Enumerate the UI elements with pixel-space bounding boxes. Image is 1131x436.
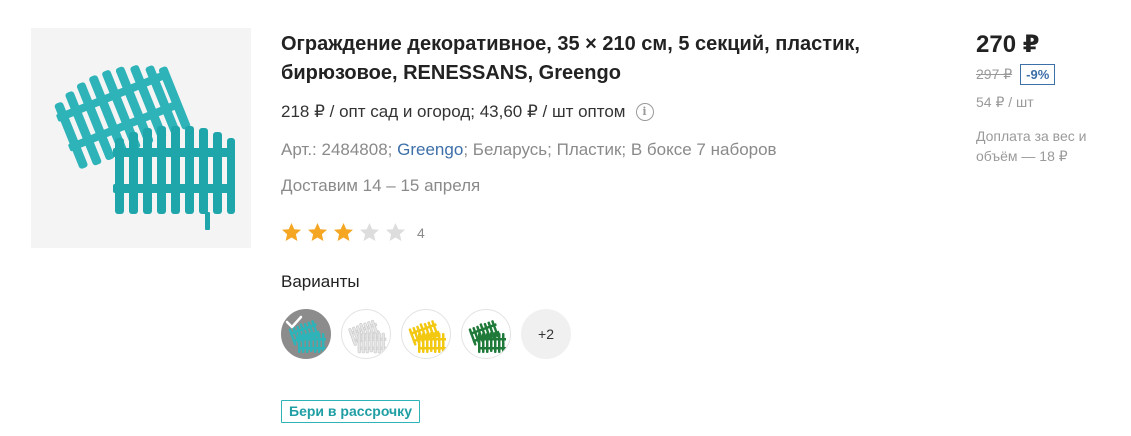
rating-stars bbox=[281, 222, 411, 243]
star-icon bbox=[386, 223, 405, 241]
discount-badge: -9% bbox=[1020, 64, 1056, 85]
country: Беларусь; bbox=[472, 140, 552, 159]
check-icon bbox=[285, 315, 303, 329]
product-title[interactable]: Ограждение декоративное, 35 × 210 см, 5 … bbox=[281, 30, 921, 88]
article-number: Арт.: 2484808; bbox=[281, 140, 393, 159]
product-image[interactable] bbox=[31, 28, 251, 248]
price-block: 270 ₽ 297 ₽ -9% 54 ₽ / шт Доплата за вес… bbox=[976, 30, 1116, 166]
more-variants-button[interactable]: +2 bbox=[521, 309, 571, 359]
unit-price: 54 ₽ / шт bbox=[976, 94, 1034, 110]
review-count[interactable]: 4 bbox=[417, 225, 425, 241]
info-icon[interactable]: i bbox=[635, 103, 654, 121]
product-meta: Арт.: 2484808; Greengo; Беларусь; Пласти… bbox=[281, 140, 777, 159]
variant-swatch-white[interactable] bbox=[341, 309, 391, 359]
wholesale-price-text: 218 ₽ / опт сад и огород; 43,60 ₽ / шт о… bbox=[281, 102, 626, 121]
fence-thumbnail-icon bbox=[468, 320, 506, 353]
variant-swatch-turquoise[interactable] bbox=[281, 309, 331, 359]
fence-image bbox=[54, 65, 235, 230]
star-icon bbox=[360, 223, 379, 241]
variants-list: +2 bbox=[281, 309, 571, 359]
star-icon bbox=[334, 223, 353, 241]
star-icon bbox=[282, 223, 301, 241]
old-price-row: 297 ₽ -9% bbox=[976, 64, 1116, 85]
extra-charge: Доплата за вес и объём — 18 ₽ bbox=[976, 128, 1087, 164]
installment-button[interactable]: Бери в рассрочку bbox=[281, 400, 420, 423]
variant-swatch-yellow[interactable] bbox=[401, 309, 451, 359]
rating[interactable]: 4 bbox=[281, 222, 425, 243]
old-price: 297 ₽ bbox=[976, 66, 1013, 82]
variant-swatch-green[interactable] bbox=[461, 309, 511, 359]
wholesale-price-line: 218 ₽ / опт сад и огород; 43,60 ₽ / шт о… bbox=[281, 100, 654, 124]
star-icon bbox=[308, 223, 327, 241]
current-price: 270 ₽ bbox=[976, 31, 1040, 58]
fence-thumbnail-icon bbox=[348, 319, 387, 354]
brand-link[interactable]: Greengo bbox=[397, 140, 463, 159]
delivery-date: Доставим 14 – 15 апреля bbox=[281, 176, 481, 195]
variants-title: Варианты bbox=[281, 272, 360, 291]
material: Пластик; bbox=[556, 140, 627, 159]
box-quantity: В боксе 7 наборов bbox=[630, 140, 777, 159]
fence-thumbnail-icon bbox=[408, 320, 446, 353]
